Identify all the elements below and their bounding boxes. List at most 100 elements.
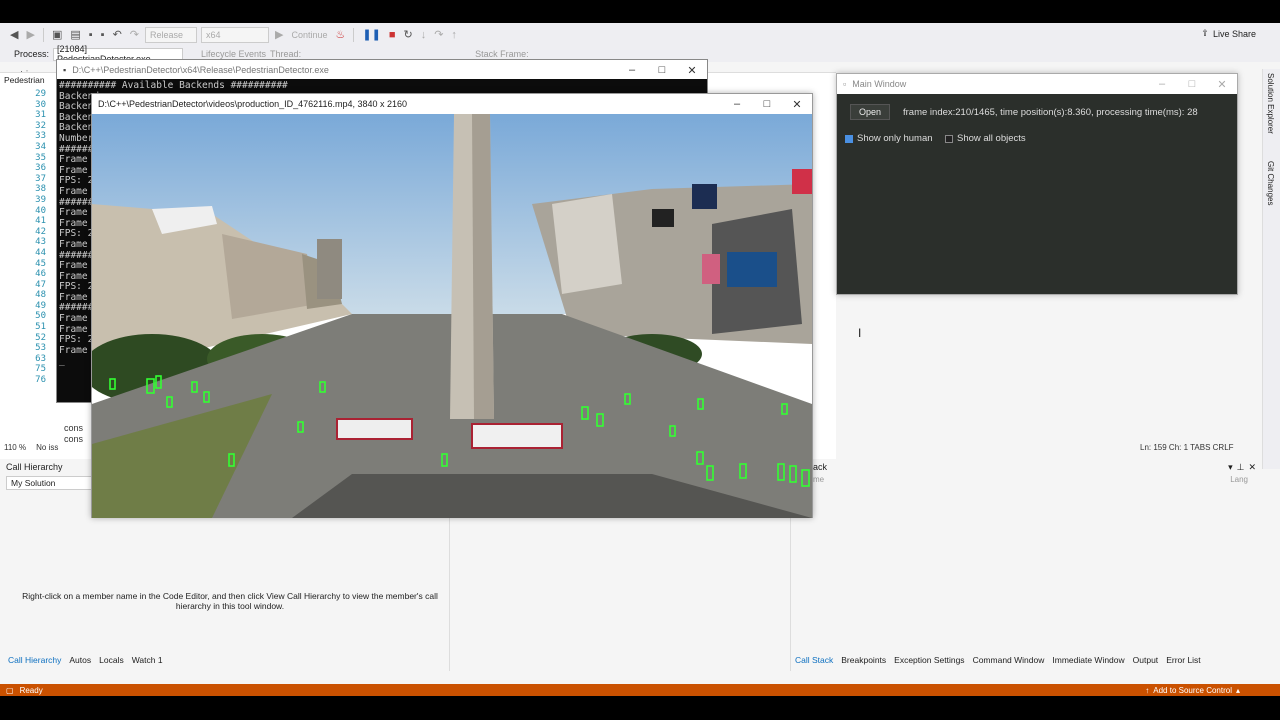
line-number: 63 [35,353,46,364]
line-number: 38 [35,184,46,195]
text-cursor-icon: I [858,326,862,340]
line-number: 43 [35,237,46,248]
code-collapsed-2[interactable]: cons [64,434,83,444]
pin-icon[interactable]: ⊥ [1237,462,1245,473]
app-titlebar[interactable]: ▫ Main Window – □ ✕ [837,74,1237,94]
undo-icon[interactable]: ↶ [111,28,124,41]
chevron-down-icon[interactable]: ▾ [1228,462,1233,473]
close-icon[interactable]: ✕ [1248,462,1256,473]
line-number: 33 [35,131,46,142]
line-number: 40 [35,205,46,216]
config-select[interactable]: Release [145,26,197,43]
side-tab-git-changes[interactable]: Git Changes [1266,161,1275,205]
step-into-icon[interactable]: ↓ [419,29,429,41]
save-icon[interactable]: ▪ [87,29,95,41]
arrow-up-icon: ↑ [1145,685,1150,695]
console-titlebar[interactable]: ▪ D:\C++\PedestrianDetector\x64\Release\… [57,60,707,79]
maximize-icon[interactable]: □ [752,94,782,114]
line-number: 48 [35,290,46,301]
issues-indicator[interactable]: No iss [36,443,58,452]
lifecycle-events[interactable]: Lifecycle Events [201,49,266,59]
video-window[interactable]: D:\C++\PedestrianDetector\videos\product… [91,93,813,518]
minimize-icon[interactable]: – [1147,74,1177,94]
app-window-controls: – □ ✕ [1147,74,1237,94]
line-number: 41 [35,216,46,227]
bottom-tab[interactable]: Watch 1 [132,655,163,665]
console-title: D:\C++\PedestrianDetector\x64\Release\Pe… [72,64,329,75]
forward-icon[interactable]: ▶ [24,28,36,41]
line-number: 39 [35,194,46,205]
toolbar-separator [42,27,44,42]
minimize-icon[interactable]: – [722,94,752,114]
code-collapsed-1[interactable]: cons [64,423,83,433]
cursor-position: Ln: 159 Ch: 1 TABS CRLF [1140,443,1234,452]
hot-reload-icon[interactable]: ♨ [334,28,348,41]
toolbar-separator [353,27,355,42]
save-all-icon[interactable]: ▪ [99,29,107,41]
bottom-tab[interactable]: Locals [99,655,124,665]
call-stack-panel: ack me Lang ▾ ⊥ ✕ Call Stack Breakpoints E… [790,459,1260,671]
status-icon: ▢ [6,685,14,695]
pause-icon[interactable]: ❚❚ [360,28,382,41]
status-bar: ▢ Ready ↑ Add to Source Control ▴ [0,684,1280,696]
show-all-label: Show all objects [957,133,1026,144]
video-titlebar[interactable]: D:\C++\PedestrianDetector\videos\product… [92,94,812,114]
continue-button[interactable]: Continue [289,30,329,40]
bottom-tab[interactable]: Call Stack [795,655,833,665]
show-human-checkbox[interactable]: Show only human [845,133,933,144]
code-text: cons [64,434,84,444]
platform-select[interactable]: x64 [201,26,269,43]
minimize-icon[interactable]: – [617,60,647,80]
visual-studio-window: ◀ ▶ ▣ ▤ ▪ ▪ ↶ ↷ Release x64 ▶ Continue ♨… [0,23,1280,696]
line-number: 76 [35,375,46,386]
open-button[interactable]: Open [850,104,890,120]
app-title: Main Window [852,79,907,89]
bottom-tab[interactable]: Immediate Window [1052,655,1124,665]
maximize-icon[interactable]: □ [1177,74,1207,94]
editor-footer: 110 % No iss [4,443,58,452]
bottom-tab[interactable]: Command Window [973,655,1045,665]
open-folder-icon[interactable]: ▤ [68,28,82,41]
new-file-icon[interactable]: ▣ [50,28,64,41]
maximize-icon[interactable]: □ [647,60,677,80]
checkbox-unchecked-icon [945,134,953,143]
line-number: 46 [35,269,46,280]
live-share-button[interactable]: ⇪ Live Share [1201,28,1256,39]
code-text: cons [64,423,84,433]
show-all-checkbox[interactable]: Show all objects [945,133,1026,144]
bottom-tab[interactable]: Exception Settings [894,655,964,665]
step-out-icon[interactable]: ↑ [449,29,459,41]
project-dropdown[interactable]: Pedestrian [4,75,45,85]
bottom-tab[interactable]: Breakpoints [841,655,886,665]
right-tool-strip: Solution Explorer Git Changes [1262,69,1280,469]
line-number: 49 [35,300,46,311]
close-icon[interactable]: ✕ [782,94,812,114]
stop-icon[interactable]: ■ [387,29,398,41]
close-icon[interactable]: ✕ [1207,74,1237,94]
col-lang-header[interactable]: Lang [1230,475,1248,484]
step-over-icon[interactable]: ↷ [432,28,445,41]
zoom-level[interactable]: 110 % [4,443,26,452]
redo-icon[interactable]: ↷ [128,28,141,41]
bottom-tabs-right: Call Stack Breakpoints Exception Settings C… [795,655,1201,665]
video-window-controls: – □ ✕ [722,94,812,114]
close-icon[interactable]: ✕ [677,60,707,80]
side-tab-solution-explorer[interactable]: Solution Explorer [1266,73,1275,134]
bottom-tab[interactable]: Error List [1166,655,1200,665]
app-main-window[interactable]: ▫ Main Window – □ ✕ Open frame index:210… [836,73,1238,295]
bottom-tab[interactable]: Output [1133,655,1159,665]
bottom-tab[interactable]: Autos [69,655,91,665]
restart-icon[interactable]: ↻ [401,28,414,41]
chevron-up-icon: ▴ [1235,685,1240,695]
col-name-header[interactable]: me [813,475,824,484]
source-control-label: Add to Source Control [1153,685,1232,695]
back-icon[interactable]: ◀ [8,28,20,41]
bottom-tab[interactable]: Call Hierarchy [8,655,61,665]
app-body: Open frame index:210/1465, time position… [837,94,1237,294]
line-number: 52 [35,332,46,343]
source-control-button[interactable]: ↑ Add to Source Control ▴ [1145,684,1240,696]
line-number: 29 [35,89,46,99]
line-number: 35 [35,152,46,163]
line-number: 47 [35,279,46,290]
live-share-label: Live Share [1212,28,1256,39]
